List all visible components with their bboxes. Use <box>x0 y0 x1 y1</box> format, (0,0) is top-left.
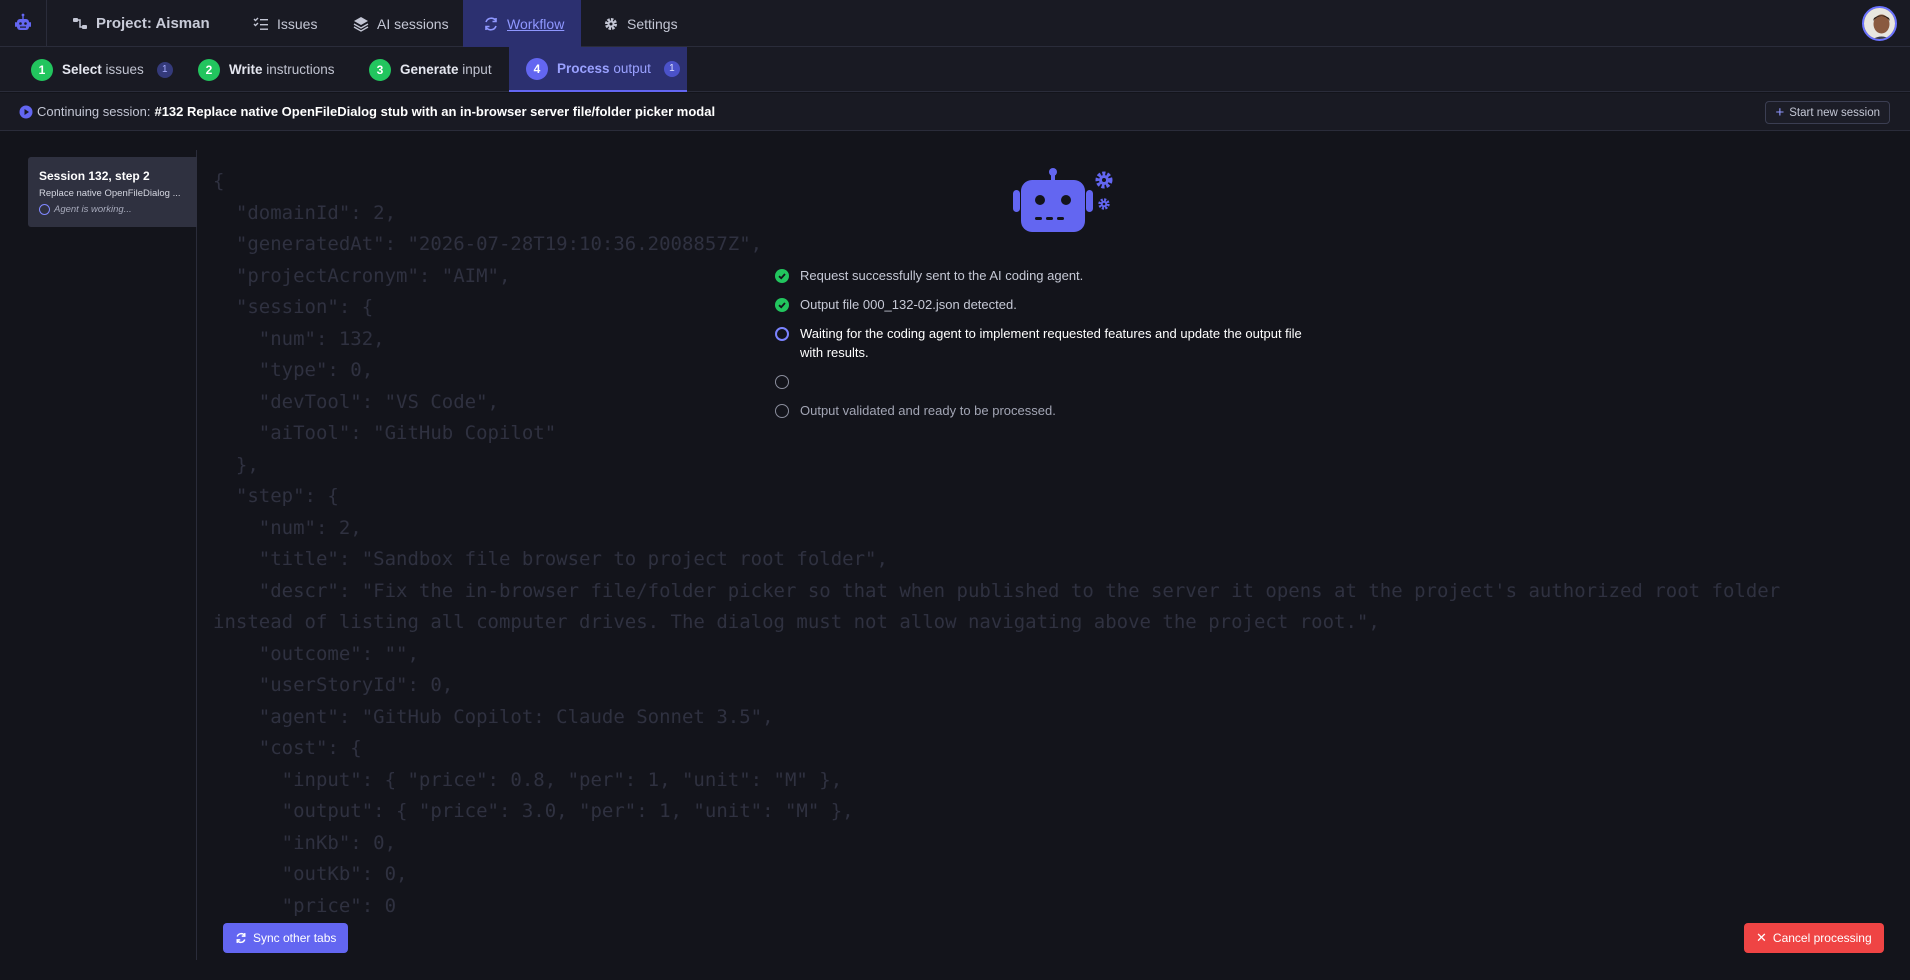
nav-ai-sessions[interactable]: AI sessions <box>353 0 449 47</box>
step-count-badge: 1 <box>663 60 680 77</box>
tab-write-instructions[interactable]: 2 Write instructions <box>198 47 335 92</box>
robot-gears-icon <box>1013 168 1113 232</box>
session-card-title: Session 132, step 2 <box>39 169 150 183</box>
sync-icon <box>236 932 246 944</box>
sitemap-icon <box>73 17 87 29</box>
step-label-bold: Select <box>62 62 102 77</box>
gear-icon <box>605 17 617 30</box>
session-card-status: Agent is working... <box>39 204 187 215</box>
status-item <box>775 372 1335 391</box>
step-label-bold: Write <box>229 62 263 77</box>
status-text: Output file 000_132-02.json detected. <box>800 297 1017 312</box>
layers-icon <box>353 16 369 32</box>
workflow-steps: 1 Select issues 1 2 Write instructions 3… <box>0 47 1910 92</box>
status-text: Waiting for the coding agent to implemen… <box>800 326 1302 360</box>
top-nav: Project: Aisman Issues AI sessions Workf… <box>0 0 1910 47</box>
tab-process-output[interactable]: 4 Process output 1 <box>509 47 687 92</box>
nav-project[interactable]: Project: Aisman <box>72 0 210 47</box>
step-count-badge: 1 <box>156 61 173 78</box>
check-circle-icon <box>775 268 789 283</box>
spinner-icon <box>39 204 50 215</box>
nav-issues-label: Issues <box>277 15 318 32</box>
sidebar-divider <box>196 150 197 960</box>
status-item: Waiting for the coding agent to implemen… <box>775 324 1315 362</box>
nav-divider <box>46 0 47 47</box>
cancel-processing-label: Cancel processing <box>1772 931 1872 945</box>
tab-generate-input[interactable]: 3 Generate input <box>369 47 492 92</box>
session-card-desc: Replace native OpenFileDialog ... <box>39 188 181 199</box>
spinner-icon <box>775 326 789 341</box>
play-circle-icon <box>19 105 33 118</box>
nav-issues[interactable]: Issues <box>253 0 317 47</box>
step-label-bold: Generate <box>400 62 459 77</box>
start-new-session-label: Start new session <box>1789 106 1880 119</box>
step-number: 4 <box>526 57 548 80</box>
progress-checklist: Request successfully sent to the AI codi… <box>775 266 1335 420</box>
nav-workflow-label: Workflow <box>507 15 565 32</box>
session-card[interactable]: Session 132, step 2 Replace native OpenF… <box>28 157 197 227</box>
status-text: Request successfully sent to the AI codi… <box>800 268 1084 283</box>
empty-circle-icon <box>775 403 789 418</box>
start-new-session-button[interactable]: + Start new session <box>1765 101 1890 124</box>
nav-project-label: Project: Aisman <box>96 15 210 32</box>
step-label-rest: issues <box>105 62 144 77</box>
step-number: 2 <box>198 58 220 81</box>
close-icon: ✕ <box>1756 930 1767 945</box>
check-circle-icon <box>775 297 789 312</box>
empty-circle-icon <box>775 374 789 389</box>
tasks-icon <box>253 17 268 30</box>
nav-workflow[interactable]: Workflow <box>463 0 581 47</box>
cycle-icon <box>485 16 497 31</box>
step-number: 3 <box>369 58 391 81</box>
session-bar: Continuing session: #132 Replace native … <box>0 93 1910 131</box>
step-label-rest: output <box>613 61 651 76</box>
status-item: Output validated and ready to be process… <box>775 401 1335 420</box>
status-text: Output validated and ready to be process… <box>800 403 1056 418</box>
sync-other-tabs-label: Sync other tabs <box>253 931 337 945</box>
sync-other-tabs-button[interactable]: Sync other tabs <box>223 923 349 953</box>
status-item: Output file 000_132-02.json detected. <box>775 295 1335 314</box>
status-item: Request successfully sent to the AI codi… <box>775 266 1335 285</box>
session-prefix: Continuing session: <box>37 104 151 119</box>
nav-ai-sessions-label: AI sessions <box>377 15 449 32</box>
step-label-rest: input <box>462 62 492 77</box>
nav-settings[interactable]: Settings <box>603 0 678 47</box>
tab-select-issues[interactable]: 1 Select issues 1 <box>31 47 173 92</box>
session-title: #132 Replace native OpenFileDialog stub … <box>154 104 716 119</box>
cancel-processing-button[interactable]: ✕ Cancel processing <box>1744 923 1884 953</box>
session-card-status-text: Agent is working... <box>54 204 132 215</box>
nav-settings-label: Settings <box>627 15 678 32</box>
step-label-bold: Process <box>557 61 610 76</box>
step-number: 1 <box>31 58 53 81</box>
plus-icon: + <box>1775 104 1785 121</box>
logo-robot-icon[interactable] <box>12 12 34 34</box>
user-avatar[interactable] <box>1862 6 1897 41</box>
step-label-rest: instructions <box>266 62 335 77</box>
